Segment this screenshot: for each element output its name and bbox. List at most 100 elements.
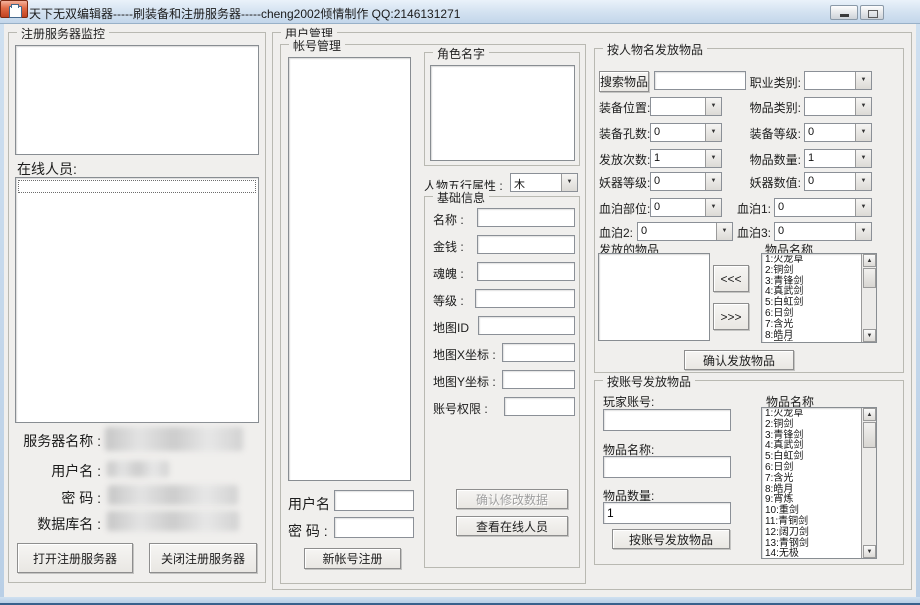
online-users-list[interactable] xyxy=(15,177,259,423)
chevron-down-icon[interactable]: ▼ xyxy=(561,174,577,191)
combo-value: 0 xyxy=(654,126,660,138)
view-online-button[interactable]: 查看在线人员 xyxy=(456,516,568,536)
name-input[interactable] xyxy=(477,208,575,227)
search-item-input[interactable] xyxy=(654,71,746,90)
role-names-list[interactable] xyxy=(430,65,575,161)
combo-value: 0 xyxy=(808,175,814,187)
map-id-input[interactable] xyxy=(478,316,575,335)
window-border xyxy=(916,24,920,597)
list-item[interactable]: 12:阔刀剑 xyxy=(763,528,860,539)
bloodpool1-combo[interactable]: 0 ▼ xyxy=(774,198,872,217)
item-qty-combo[interactable]: 1 ▼ xyxy=(804,149,872,168)
level-label: 等级 : xyxy=(433,292,464,309)
soul-input[interactable] xyxy=(477,262,575,281)
give-times-combo[interactable]: 1 ▼ xyxy=(650,149,722,168)
chevron-down-icon[interactable]: ▼ xyxy=(855,72,871,89)
chevron-down-icon[interactable]: ▼ xyxy=(705,173,721,190)
account-permission-input[interactable] xyxy=(504,397,575,416)
title-bar[interactable]: 天下无双编辑器-----刷装备和注册服务器-----cheng2002倾情制作 … xyxy=(0,0,920,24)
chevron-down-icon[interactable]: ▼ xyxy=(705,150,721,167)
db-username-value-redacted xyxy=(107,461,169,477)
chevron-down-icon[interactable]: ▼ xyxy=(716,223,732,240)
scrollbar[interactable]: ▲ ▼ xyxy=(861,254,876,342)
server-monitor-list[interactable] xyxy=(15,45,259,155)
db-password-label: 密 码 : xyxy=(17,488,101,508)
equip-level-label: 装备等级: xyxy=(743,125,801,142)
bloodpool3-combo[interactable]: 0 ▼ xyxy=(774,222,872,241)
scrollbar-thumb[interactable] xyxy=(863,422,876,448)
scroll-up-icon[interactable]: ▲ xyxy=(863,254,876,267)
group-title: 按人物名发放物品 xyxy=(603,41,707,58)
scroll-up-icon[interactable]: ▲ xyxy=(863,408,876,421)
map-id-label: 地图ID xyxy=(433,319,469,336)
app-window: 天下无双编辑器-----刷装备和注册服务器-----cheng2002倾情制作 … xyxy=(0,0,920,605)
app-icon xyxy=(9,6,22,18)
scroll-down-icon[interactable]: ▼ xyxy=(863,545,876,558)
equip-level-combo[interactable]: 0 ▼ xyxy=(804,123,872,142)
chevron-down-icon[interactable]: ▼ xyxy=(855,173,871,190)
bloodpool2-combo[interactable]: 0 ▼ xyxy=(637,222,733,241)
item-catalog-list[interactable]: 1:火龙草2:铜剑3:青锋剑4:真武剑5:白虹剑6:日剑7:含光8:皓月9:宵炼… xyxy=(761,407,877,559)
chevron-down-icon[interactable]: ▼ xyxy=(855,150,871,167)
bloodpool-part-combo[interactable]: 0 ▼ xyxy=(650,198,722,217)
scrollbar-thumb[interactable] xyxy=(863,268,876,288)
register-account-button[interactable]: 新帐号注册 xyxy=(304,548,401,569)
chevron-down-icon[interactable]: ▼ xyxy=(705,124,721,141)
equip-holes-combo[interactable]: 0 ▼ xyxy=(650,123,722,142)
focus-rect xyxy=(18,180,256,193)
map-y-input[interactable] xyxy=(502,370,575,389)
move-left-button[interactable]: <<< xyxy=(713,265,749,292)
level-input[interactable] xyxy=(475,289,575,308)
player-account-input[interactable] xyxy=(603,409,731,431)
database-name-label: 数据库名 : xyxy=(17,514,101,534)
online-users-label: 在线人员: xyxy=(17,159,77,179)
list-item[interactable]: 7:含光 xyxy=(763,320,860,331)
register-server-monitor-group: 注册服务器监控 在线人员: 服务器名称 : 用户名 : 密 码 : 数据库名 :… xyxy=(8,32,266,583)
demon-level-combo[interactable]: 0 ▼ xyxy=(650,172,722,191)
chevron-down-icon[interactable]: ▼ xyxy=(855,199,871,216)
list-item[interactable]: 7:含光 xyxy=(763,474,860,485)
chevron-down-icon[interactable]: ▼ xyxy=(855,124,871,141)
item-name-input[interactable] xyxy=(603,456,731,478)
close-register-server-button[interactable]: 关闭注册服务器 xyxy=(149,543,257,573)
five-element-combo[interactable]: 木 ▼ xyxy=(510,173,578,192)
equip-slot-combo[interactable]: ▼ xyxy=(650,97,722,116)
item-catalog-list[interactable]: 1:火龙草2:铜剑3:青锋剑4:真武剑5:白虹剑6:日剑7:含光8:皓月9:宵炼… xyxy=(761,253,877,343)
demon-value-label: 妖器数值: xyxy=(737,174,801,191)
move-right-button[interactable]: >>> xyxy=(713,303,749,330)
scrollbar[interactable]: ▲ ▼ xyxy=(861,408,876,558)
search-item-button[interactable]: 搜索物品 xyxy=(599,71,649,92)
combo-value: 0 xyxy=(778,225,784,237)
password-input[interactable] xyxy=(334,517,414,538)
demon-value-combo[interactable]: 0 ▼ xyxy=(804,172,872,191)
confirm-modify-button[interactable]: 确认修改数据 xyxy=(456,489,568,509)
database-name-value-redacted xyxy=(107,511,239,531)
occupation-combo[interactable]: ▼ xyxy=(804,71,872,90)
map-x-input[interactable] xyxy=(502,343,575,362)
money-input[interactable] xyxy=(477,235,575,254)
basic-info-group: 基础信息 名称 : 金钱 : 魂魄 : 等级 : 地图ID 地图X坐标 : 地图… xyxy=(424,196,580,568)
confirm-give-button[interactable]: 确认发放物品 xyxy=(684,350,794,370)
give-times-label: 发放次数: xyxy=(599,151,650,168)
minimize-button[interactable] xyxy=(830,5,858,20)
chevron-down-icon[interactable]: ▼ xyxy=(855,223,871,240)
list-item[interactable]: 2:铜剑 xyxy=(763,266,860,277)
chevron-down-icon[interactable]: ▼ xyxy=(705,98,721,115)
give-items-list[interactable] xyxy=(598,253,710,341)
open-register-server-button[interactable]: 打开注册服务器 xyxy=(17,543,133,573)
list-item[interactable]: 2:铜剑 xyxy=(763,420,860,431)
send-by-account-button[interactable]: 按账号发放物品 xyxy=(612,529,730,549)
item-qty-input[interactable] xyxy=(603,502,731,524)
item-qty-label: 物品数量: xyxy=(743,151,801,168)
chevron-down-icon[interactable]: ▼ xyxy=(855,98,871,115)
chevron-down-icon[interactable]: ▼ xyxy=(705,199,721,216)
scroll-down-icon[interactable]: ▼ xyxy=(863,329,876,342)
item-category-combo[interactable]: ▼ xyxy=(804,97,872,116)
name-label: 名称 : xyxy=(433,211,464,228)
demon-level-label: 妖器等级: xyxy=(599,174,650,191)
account-list[interactable] xyxy=(288,57,411,481)
list-item[interactable]: 14:无极 xyxy=(763,549,860,557)
maximize-button[interactable] xyxy=(860,5,884,20)
username-input[interactable] xyxy=(334,490,414,511)
bloodpool2-label: 血泊2: xyxy=(599,224,633,241)
